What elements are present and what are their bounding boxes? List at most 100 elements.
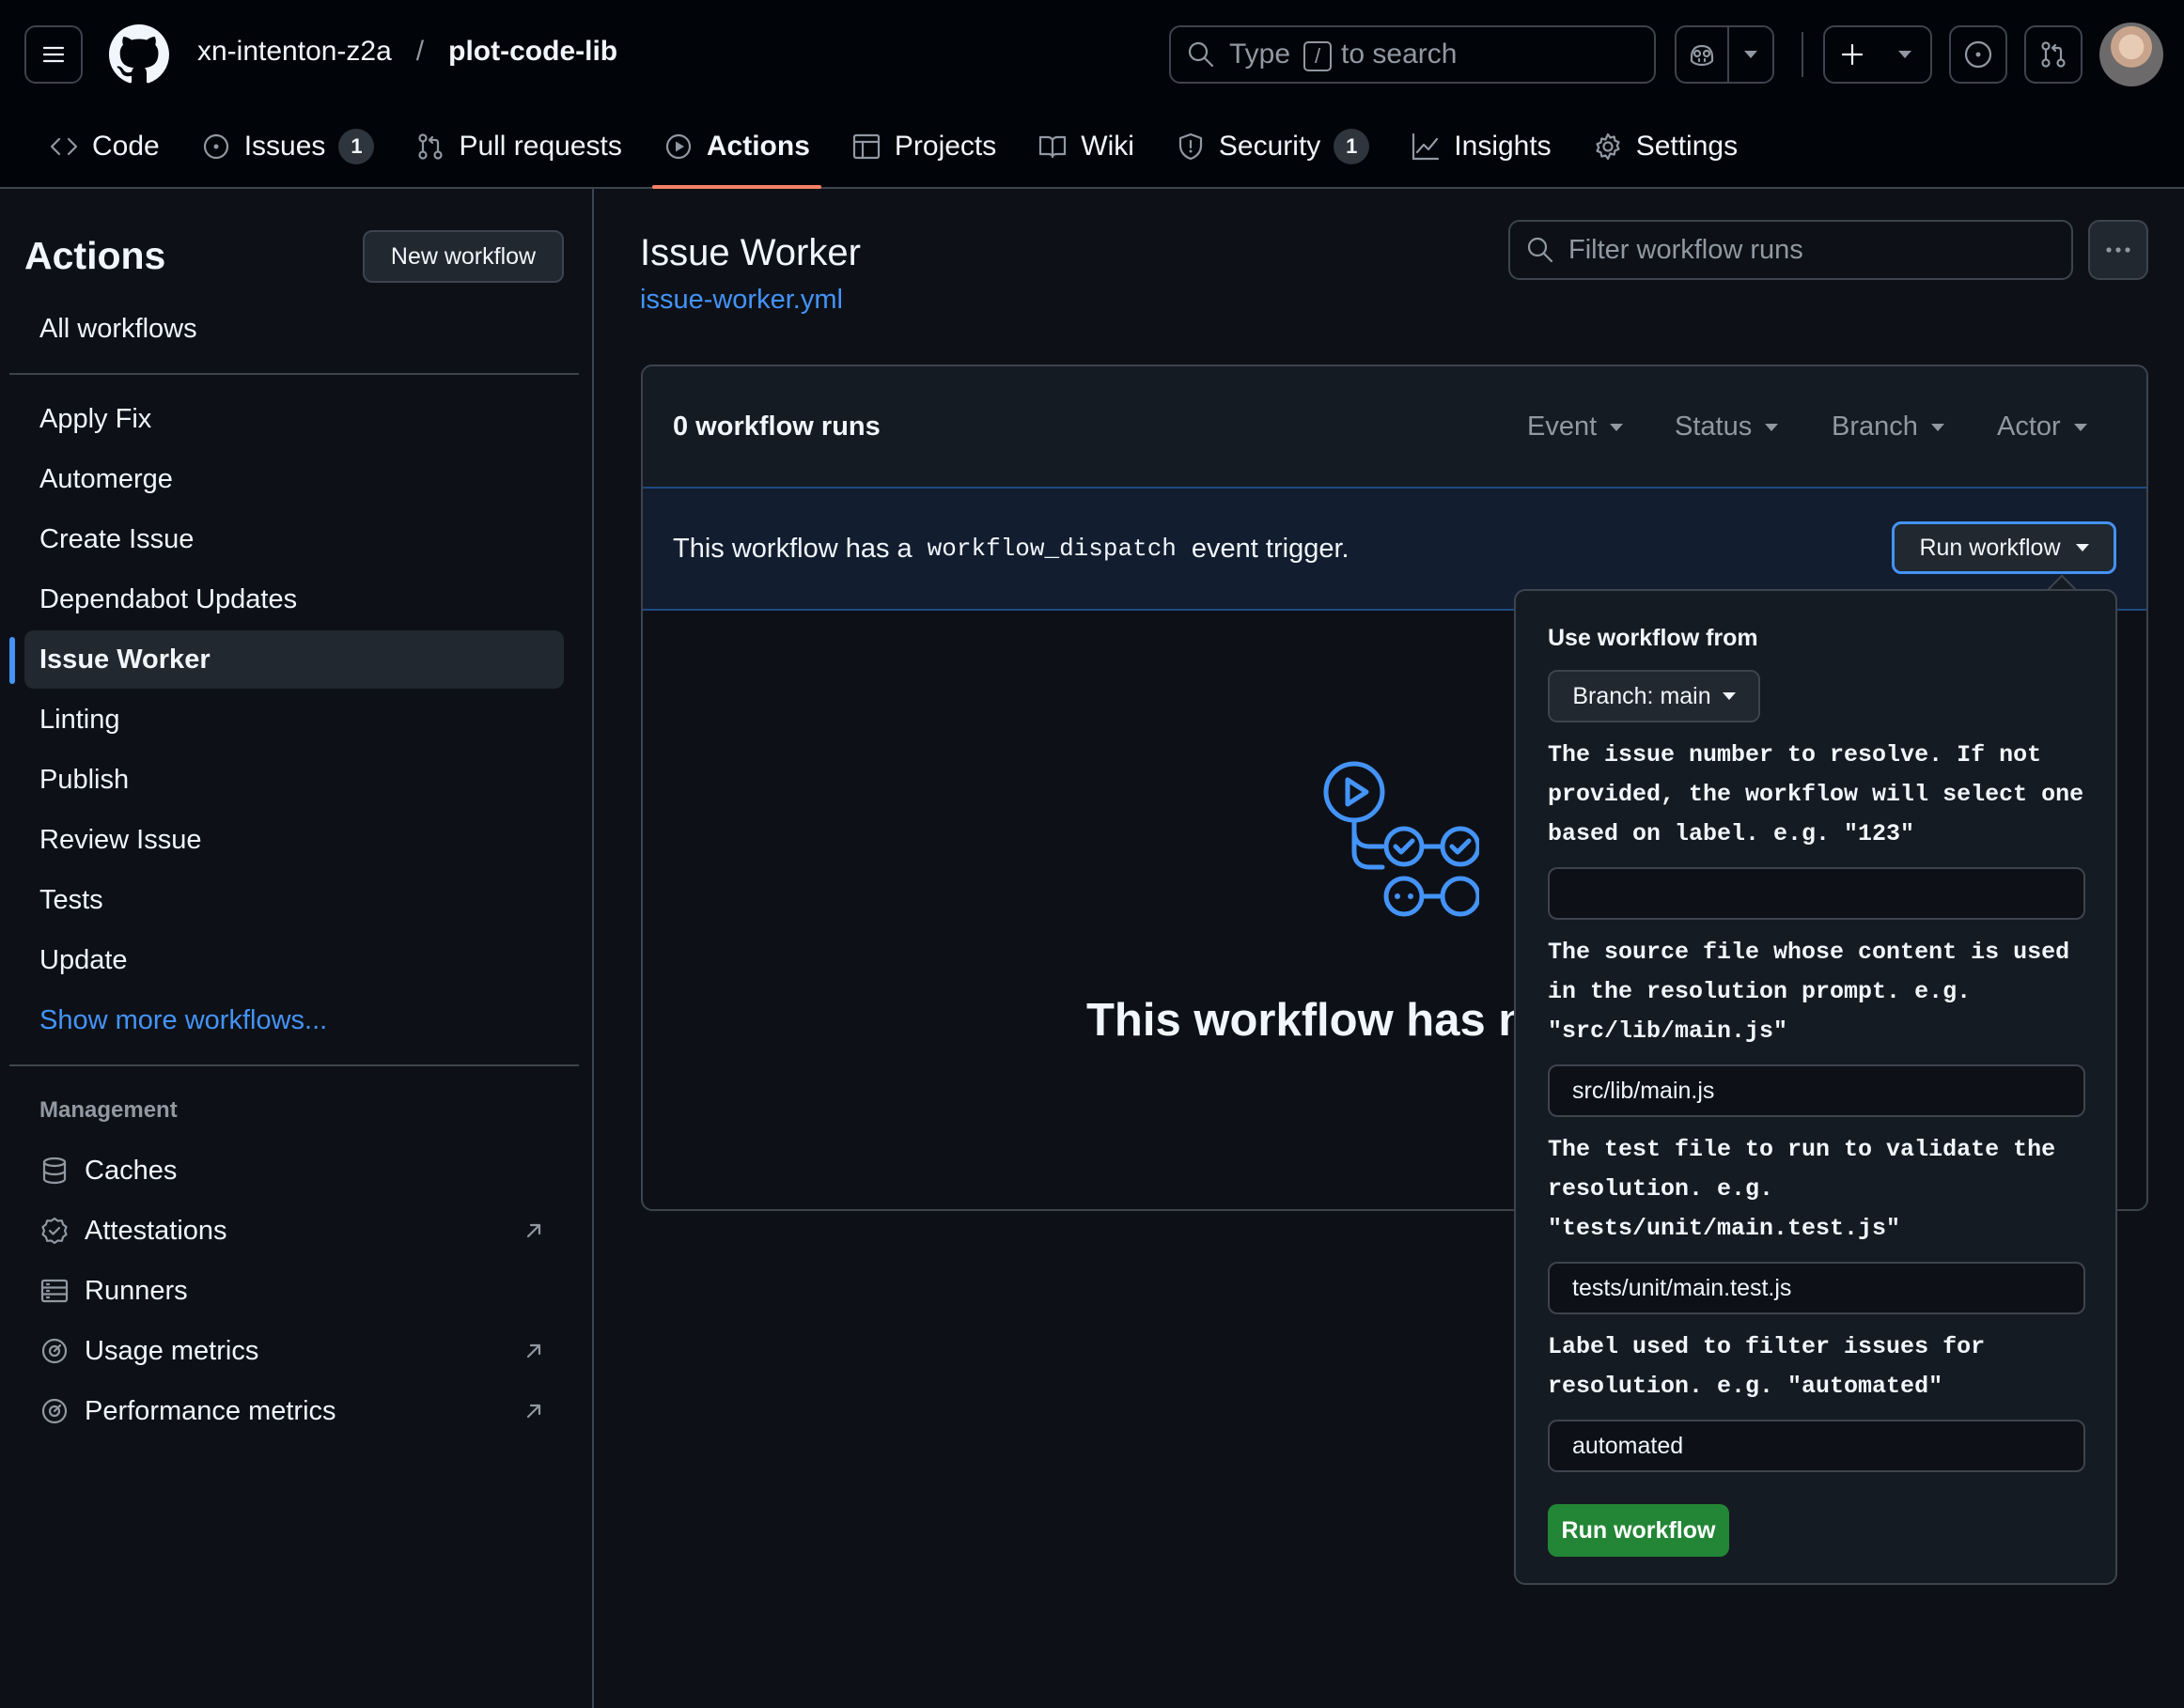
dispatch-text-suffix: event trigger. — [1191, 533, 1349, 564]
tab-settings[interactable]: Settings — [1582, 120, 1749, 173]
sidebar-item-label: Issue Worker — [39, 644, 211, 675]
issue-opened-icon — [1964, 40, 1992, 69]
sidebar-item-usage-metrics[interactable]: Usage metrics — [24, 1322, 564, 1380]
plus-icon[interactable] — [1825, 27, 1880, 82]
link-label: Show more workflows... — [39, 1004, 328, 1035]
issue-opened-icon — [203, 133, 228, 160]
filter-label: Branch — [1832, 411, 1918, 442]
tab-security[interactable]: Security 1 — [1164, 120, 1381, 173]
sidebar-item-tests[interactable]: Tests — [24, 871, 564, 929]
tab-code[interactable]: Code — [38, 120, 171, 173]
sidebar-item-label: Publish — [39, 764, 130, 795]
sidebar-item-issue-worker[interactable]: Issue Worker — [24, 630, 564, 689]
dispatch-code: workflow_dispatch — [927, 535, 1177, 563]
sidebar-item-apply-fix[interactable]: Apply Fix — [24, 390, 564, 448]
sidebar-item-label: Tests — [39, 884, 103, 915]
page-title: Issue Worker — [640, 232, 861, 273]
workflows-sidebar: Actions New workflow All workflows Apply… — [0, 189, 594, 1708]
branch-select[interactable]: Branch: main — [1548, 670, 1760, 722]
sidebar-item-dependabot-updates[interactable]: Dependabot Updates — [24, 570, 564, 629]
source-file-input[interactable]: src/lib/main.js — [1548, 1064, 2085, 1117]
issue-number-input[interactable] — [1548, 867, 2085, 920]
tab-label: Issues — [243, 131, 326, 162]
sidebar-item-caches[interactable]: Caches — [24, 1141, 564, 1200]
divider — [9, 373, 579, 375]
pull-requests-button[interactable] — [2024, 25, 2083, 84]
branch-label: Branch: main — [1572, 682, 1711, 709]
play-icon — [665, 133, 691, 160]
use-workflow-from-label: Use workflow from — [1548, 625, 1758, 651]
branch-filter-dropdown[interactable]: Branch — [1832, 411, 1944, 443]
input-label-source-file: The source file whose content is used in… — [1548, 939, 2070, 1045]
sidebar-item-performance-metrics[interactable]: Performance metrics — [24, 1382, 564, 1440]
tab-projects[interactable]: Projects — [840, 120, 1007, 173]
server-icon — [40, 1279, 69, 1303]
copilot-button[interactable] — [1675, 25, 1774, 84]
create-new-button[interactable] — [1823, 25, 1932, 84]
sidebar-item-update[interactable]: Update — [24, 931, 564, 989]
kebab-horizontal-icon — [2106, 247, 2130, 253]
breadcrumb-separator: / — [415, 36, 425, 67]
sidebar-item-automerge[interactable]: Automerge — [24, 450, 564, 508]
git-pull-request-icon — [2041, 41, 2066, 68]
sidebar-item-publish[interactable]: Publish — [24, 751, 564, 809]
filter-label: Actor — [1997, 411, 2061, 442]
actor-filter-dropdown[interactable]: Actor — [1997, 411, 2087, 443]
run-workflow-dropdown-button[interactable]: Run workflow — [1892, 521, 2116, 574]
global-search-input[interactable]: Type / to search — [1169, 25, 1656, 84]
sidebar-item-attestations[interactable]: Attestations — [24, 1202, 564, 1260]
owner-link[interactable]: xn-intenton-z2a — [197, 36, 392, 68]
sidebar-item-create-issue[interactable]: Create Issue — [24, 510, 564, 568]
sidebar-item-linting[interactable]: Linting — [24, 691, 564, 749]
hamburger-icon — [42, 46, 65, 63]
tab-label: Security — [1218, 131, 1321, 162]
tab-insights[interactable]: Insights — [1399, 120, 1562, 173]
menu-button[interactable] — [24, 25, 83, 84]
more-options-button[interactable] — [2088, 220, 2148, 280]
button-label: Run workflow — [1919, 534, 2061, 561]
runs-count: 0 workflow runs — [673, 411, 881, 442]
dispatch-text: This workflow has a — [673, 533, 913, 564]
issues-button[interactable] — [1949, 25, 2007, 84]
sidebar-item-review-issue[interactable]: Review Issue — [24, 811, 564, 869]
filter-workflow-runs-input[interactable]: Filter workflow runs — [1508, 220, 2073, 280]
sidebar-item-runners[interactable]: Runners — [24, 1262, 564, 1320]
show-more-workflows-link[interactable]: Show more workflows... — [24, 991, 564, 1049]
chevron-down-icon[interactable] — [1880, 27, 1930, 82]
status-filter-dropdown[interactable]: Status — [1675, 411, 1779, 443]
run-workflow-submit-button[interactable]: Run workflow — [1548, 1504, 1729, 1557]
event-filter-dropdown[interactable]: Event — [1527, 411, 1624, 443]
tab-label: Pull requests — [459, 131, 622, 162]
github-logo-icon[interactable] — [109, 24, 169, 85]
workflow-file-link[interactable]: issue-worker.yml — [640, 285, 843, 316]
avatar[interactable] — [2099, 23, 2163, 86]
search-suffix: to search — [1341, 38, 1458, 70]
tab-actions[interactable]: Actions — [651, 120, 821, 189]
chevron-down-icon — [2075, 544, 2089, 551]
sidebar-item-label: Automerge — [39, 463, 173, 494]
new-workflow-button[interactable]: New workflow — [363, 230, 564, 283]
issue-label-input[interactable]: automated — [1548, 1420, 2085, 1472]
tab-label: Wiki — [1081, 131, 1134, 162]
sidebar-item-label: Runners — [85, 1275, 188, 1306]
sidebar-item-all-workflows[interactable]: All workflows — [24, 300, 564, 358]
code-icon — [50, 137, 78, 156]
counter-badge: 1 — [1334, 129, 1370, 164]
chevron-down-icon — [1765, 423, 1779, 431]
copilot-icon[interactable] — [1677, 27, 1729, 82]
chevron-down-icon[interactable] — [1729, 27, 1772, 82]
search-shortcut-key: / — [1303, 40, 1333, 71]
link-external-icon — [526, 1223, 541, 1238]
management-heading: Management — [39, 1097, 178, 1123]
repo-link[interactable]: plot-code-lib — [448, 36, 617, 68]
tab-pull-requests[interactable]: Pull requests — [404, 120, 632, 173]
search-prefix: Type — [1229, 39, 1291, 70]
gear-icon — [1596, 132, 1620, 161]
chevron-down-icon — [1610, 423, 1624, 431]
counter-badge: 1 — [338, 129, 375, 164]
sidebar-item-label: Caches — [85, 1155, 178, 1186]
link-external-icon — [526, 1404, 541, 1419]
tab-wiki[interactable]: Wiki — [1026, 120, 1146, 173]
test-file-input[interactable]: tests/unit/main.test.js — [1548, 1262, 2085, 1314]
tab-issues[interactable]: Issues 1 — [190, 120, 386, 173]
